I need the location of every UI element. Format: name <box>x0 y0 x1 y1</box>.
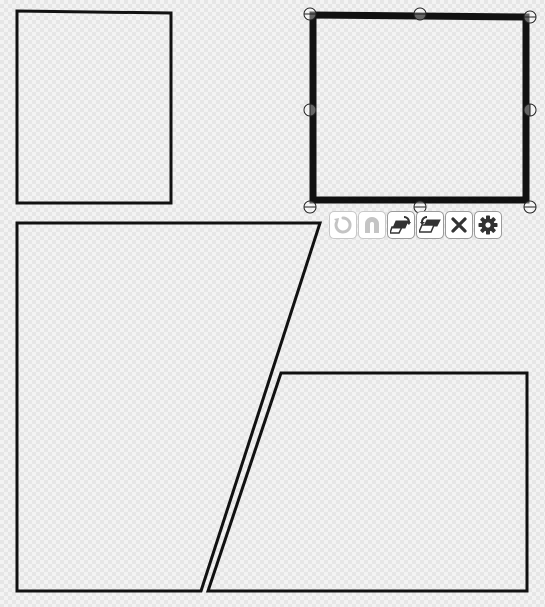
resize-handle-top-center[interactable] <box>413 7 427 21</box>
resize-handle-middle-right[interactable] <box>523 103 537 117</box>
flip-button[interactable] <box>358 211 386 239</box>
flip-icon <box>365 217 379 233</box>
send-backward-button[interactable] <box>416 211 444 239</box>
resize-handle-top-right[interactable] <box>523 10 537 24</box>
rotate-button[interactable] <box>329 211 357 239</box>
gear-icon <box>478 215 498 235</box>
panel-top-right-selected[interactable] <box>309 11 530 204</box>
send-backward-icon <box>419 216 441 233</box>
page-canvas[interactable] <box>0 0 545 607</box>
resize-handle-top-left[interactable] <box>303 7 317 21</box>
resize-handle-middle-left[interactable] <box>303 103 317 117</box>
settings-button[interactable] <box>474 211 502 239</box>
delete-button[interactable] <box>445 211 473 239</box>
resize-handle-bottom-right[interactable] <box>523 200 537 214</box>
resize-handle-bottom-left[interactable] <box>303 200 317 214</box>
rotate-icon <box>334 216 352 234</box>
close-icon <box>451 217 467 233</box>
panel-top-left[interactable] <box>15 9 173 205</box>
bring-forward-icon <box>390 216 411 234</box>
panel-toolbar <box>329 211 502 241</box>
bring-forward-button[interactable] <box>387 211 415 239</box>
